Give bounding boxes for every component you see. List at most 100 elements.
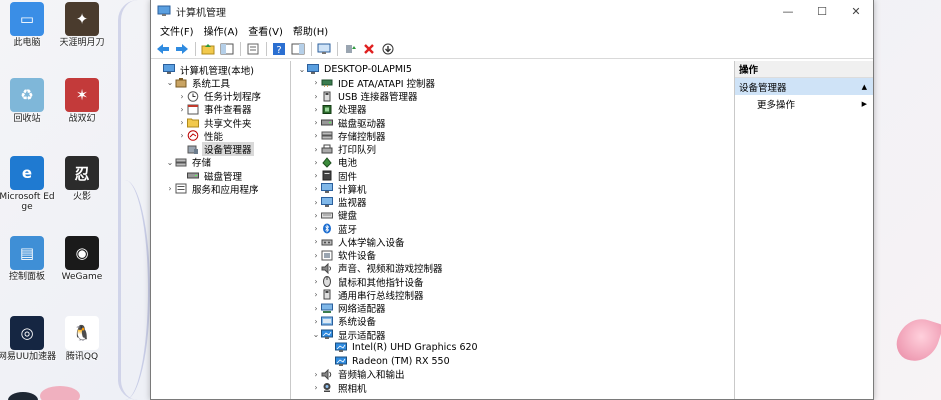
desktop-icon[interactable]: ✶ 战双幻 — [52, 78, 112, 124]
collapse-chevron-icon[interactable]: ⌄ — [165, 78, 175, 87]
tree-node[interactable]: › 监视器 — [291, 196, 734, 209]
desktop-icon[interactable]: ♻ 回收站 — [0, 78, 57, 124]
expand-chevron-icon[interactable]: › — [177, 118, 187, 127]
expand-chevron-icon[interactable]: › — [311, 198, 321, 207]
expand-chevron-icon[interactable]: › — [177, 105, 187, 114]
expand-chevron-icon[interactable]: › — [311, 211, 321, 220]
expand-chevron-icon[interactable]: › — [311, 171, 321, 180]
tree-node-label: 处理器 — [338, 105, 367, 117]
tree-node[interactable]: › 网络适配器 — [291, 302, 734, 315]
expand-chevron-icon[interactable]: › — [311, 78, 321, 87]
desktop-icon[interactable]: ✦ 天涯明月刀 — [52, 2, 112, 48]
close-button[interactable]: ✕ — [839, 0, 873, 22]
expand-chevron-icon[interactable]: › — [311, 131, 321, 140]
tree-node[interactable]: › 磁盘驱动器 — [291, 116, 734, 130]
tree-node[interactable]: ⌄ DESKTOP-0LAPMI5 — [291, 63, 734, 76]
tree-node[interactable]: 设备管理器 — [151, 142, 290, 157]
tree-node[interactable]: › 人体学输入设备 — [291, 235, 734, 249]
tree-node[interactable]: › 蓝牙 — [291, 222, 734, 236]
desktop-icon[interactable]: ▤ 控制面板 — [0, 236, 57, 282]
tree-node[interactable]: › 性能 — [151, 129, 290, 143]
expand-chevron-icon[interactable]: › — [311, 370, 321, 379]
update-driver-icon[interactable] — [342, 41, 358, 57]
title-bar[interactable]: 计算机管理 — ☐ ✕ — [151, 0, 873, 22]
back-arrow-icon[interactable] — [155, 41, 171, 57]
desktop-icon[interactable]: ◉ WeGame — [52, 236, 112, 282]
expand-chevron-icon[interactable]: › — [311, 304, 321, 313]
tree-node[interactable]: › 处理器 — [291, 103, 734, 116]
more-actions-item[interactable]: 更多操作 ▶ — [735, 95, 873, 112]
tree-node[interactable]: › 任务计划程序 — [151, 90, 290, 103]
hid-icon — [321, 236, 333, 247]
up-folder-icon[interactable] — [200, 41, 216, 57]
tree-node[interactable]: › 存储控制器 — [291, 129, 734, 143]
forward-arrow-icon[interactable] — [174, 41, 190, 57]
tree-node[interactable]: › USB 连接器管理器 — [291, 90, 734, 103]
collapse-chevron-icon[interactable]: ⌄ — [297, 65, 307, 74]
scan-hardware-icon[interactable] — [316, 41, 332, 57]
expand-chevron-icon[interactable]: › — [311, 317, 321, 326]
tree-node[interactable]: › 鼠标和其他指针设备 — [291, 275, 734, 289]
tree-node[interactable]: ⌄ 系统工具 — [151, 76, 290, 90]
download-driver-icon[interactable] — [380, 41, 396, 57]
expand-chevron-icon[interactable]: › — [311, 290, 321, 299]
collapse-chevron-icon[interactable]: ⌄ — [311, 330, 321, 339]
tree-node[interactable]: › 打印队列 — [291, 143, 734, 156]
actions-section-device-manager[interactable]: 设备管理器 ▲ — [735, 78, 873, 95]
desktop-icon[interactable]: 🐧 腾讯QQ — [52, 316, 112, 362]
menu-help[interactable]: 帮助(H) — [288, 23, 333, 38]
menu-file[interactable]: 文件(F) — [155, 23, 199, 38]
tree-node[interactable]: ⌄ 显示适配器 — [291, 328, 734, 342]
show-hide-tree-icon[interactable] — [219, 41, 235, 57]
tree-node[interactable]: 计算机管理(本地) — [151, 63, 290, 77]
expand-chevron-icon[interactable]: › — [311, 277, 321, 286]
tree-node[interactable]: › 电池 — [291, 156, 734, 169]
collapse-arrow-icon[interactable]: ▲ — [862, 83, 867, 91]
tree-node[interactable]: Radeon (TM) RX 550 — [291, 355, 734, 368]
expand-chevron-icon[interactable]: › — [311, 145, 321, 154]
tree-node[interactable]: Intel(R) UHD Graphics 620 — [291, 341, 734, 354]
expand-chevron-icon[interactable]: › — [165, 184, 175, 193]
desktop-icon[interactable]: 忍火影 — [52, 156, 112, 202]
tree-node[interactable]: › 音频输入和输出 — [291, 368, 734, 381]
tree-node[interactable]: › 软件设备 — [291, 249, 734, 262]
expand-chevron-icon[interactable]: › — [177, 131, 187, 140]
tree-node[interactable]: › 系统设备 — [291, 315, 734, 328]
expand-chevron-icon[interactable]: › — [311, 224, 321, 233]
tree-node[interactable]: › IDE ATA/ATAPI 控制器 — [291, 76, 734, 90]
tree-node[interactable]: 磁盘管理 — [151, 169, 290, 183]
expand-chevron-icon[interactable]: › — [177, 92, 187, 101]
expand-chevron-icon[interactable]: › — [311, 158, 321, 167]
menu-view[interactable]: 查看(V) — [243, 23, 288, 38]
tree-node[interactable]: › 固件 — [291, 169, 734, 183]
expand-chevron-icon[interactable]: › — [311, 237, 321, 246]
desktop-icon[interactable]: e Microsoft Edge — [0, 156, 57, 212]
tree-node[interactable]: › 服务和应用程序 — [151, 182, 290, 196]
uninstall-icon[interactable] — [361, 41, 377, 57]
expand-chevron-icon[interactable]: › — [311, 105, 321, 114]
tree-node[interactable]: › 共享文件夹 — [151, 116, 290, 130]
tree-node[interactable]: › 计算机 — [291, 182, 734, 196]
expand-chevron-icon[interactable]: › — [311, 251, 321, 260]
menu-action[interactable]: 操作(A) — [199, 23, 244, 38]
tree-node[interactable]: › 照相机 — [291, 381, 734, 395]
collapse-chevron-icon[interactable]: ⌄ — [165, 158, 175, 167]
tree-node[interactable]: ⌄ 存储 — [151, 156, 290, 170]
expand-chevron-icon[interactable]: › — [311, 184, 321, 193]
tree-node[interactable]: › 声音、视频和游戏控制器 — [291, 262, 734, 275]
expand-chevron-icon[interactable]: › — [311, 264, 321, 273]
expand-chevron-icon[interactable]: › — [311, 118, 321, 127]
show-action-pane-icon[interactable] — [290, 41, 306, 57]
bluetooth-icon — [321, 223, 333, 234]
tree-node[interactable]: › 键盘 — [291, 209, 734, 223]
expand-chevron-icon[interactable]: › — [311, 92, 321, 101]
tree-node[interactable]: › 事件查看器 — [151, 103, 290, 116]
maximize-button[interactable]: ☐ — [805, 0, 839, 22]
properties-icon[interactable] — [245, 41, 261, 57]
help-icon[interactable]: ? — [271, 41, 287, 57]
tree-node[interactable]: › 通用串行总线控制器 — [291, 288, 734, 302]
desktop-icon[interactable]: ▭ 此电脑 — [0, 2, 57, 48]
expand-chevron-icon[interactable]: › — [311, 383, 321, 392]
desktop-icon[interactable]: ◎ 网易UU加速器 — [0, 316, 57, 362]
minimize-button[interactable]: — — [771, 0, 805, 22]
